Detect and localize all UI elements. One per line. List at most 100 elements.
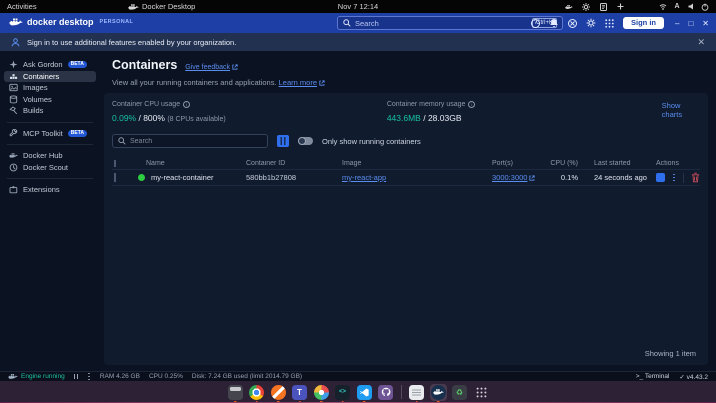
showing-count: Showing 1 item <box>644 349 696 358</box>
sidebar-item-label: Volumes <box>23 94 52 104</box>
ubuntu-dock <box>0 381 716 403</box>
show-charts-link[interactable]: Show charts <box>662 101 700 119</box>
beta-badge: BETA <box>67 129 87 137</box>
sidebar-item-docker-scout[interactable]: Docker Scout <box>4 162 96 174</box>
cpu-usage-metric: Container CPU usage i 0.09% / 800% (8 CPU… <box>112 101 387 123</box>
dock-separator <box>400 385 402 399</box>
header-name[interactable]: Name <box>134 160 234 167</box>
external-link-icon <box>232 64 238 70</box>
table-toolbar: Only show running containers <box>112 134 700 148</box>
header-cpu[interactable]: CPU (%) <box>538 160 582 167</box>
port-link[interactable]: 3000:3000 <box>492 173 527 182</box>
running-status-dot <box>138 174 145 181</box>
container-name[interactable]: my-react-container <box>151 173 214 182</box>
minimize-button[interactable]: – <box>675 19 679 28</box>
page-title: Containers <box>112 58 178 72</box>
window-controls: – □ ✕ <box>675 13 709 33</box>
header-image[interactable]: Image <box>330 160 480 167</box>
dock-dev-terminal-icon[interactable] <box>334 384 351 401</box>
tray-gear-icon[interactable] <box>582 2 590 11</box>
header-actions: Actions <box>656 159 679 167</box>
running-only-label: Only show running containers <box>322 136 421 146</box>
tray-docker-whale-icon[interactable] <box>565 3 573 11</box>
sidebar-item-mcp-toolkit[interactable]: MCP Toolkit BETA <box>4 128 96 140</box>
close-button[interactable]: ✕ <box>702 19 709 28</box>
dock-screen-annotation-icon[interactable] <box>270 384 287 401</box>
sidebar-item-ask-gordon[interactable]: Ask Gordon BETA <box>4 59 96 71</box>
sidebar-item-extensions[interactable]: Extensions <box>4 184 96 196</box>
row-checkbox[interactable] <box>114 173 116 182</box>
memory-usage-value: 443.6MB <box>386 113 421 123</box>
system-status-area[interactable]: A <box>659 3 709 11</box>
sidebar-item-docker-hub[interactable]: Docker Hub <box>4 150 96 162</box>
page-subtitle: View all your running containers and app… <box>112 78 706 87</box>
dock-app-grid-icon[interactable] <box>473 384 490 401</box>
info-icon[interactable]: i <box>468 101 476 108</box>
pause-engine-icon[interactable] <box>73 374 79 379</box>
sidebar-nav: Ask Gordon BETA Containers Images Volume… <box>0 51 100 371</box>
engine-more-icon[interactable] <box>87 372 91 382</box>
gnome-top-bar: Activities Docker Desktop Nov 7 12:14 A <box>0 0 716 13</box>
learn-more-link[interactable]: Learn more <box>279 78 325 87</box>
tray-clipboard-icon[interactable] <box>599 2 607 11</box>
banner-close-icon[interactable]: ✕ <box>697 37 705 48</box>
terminal-button[interactable]: >_ Terminal <box>636 373 670 380</box>
puzzle-icon <box>9 185 18 194</box>
dock-chrome-icon[interactable] <box>248 384 265 401</box>
help-icon[interactable]: ? <box>531 18 540 28</box>
dock-github-icon[interactable] <box>377 384 394 401</box>
containers-search[interactable] <box>112 134 268 148</box>
delete-trash-icon[interactable] <box>691 172 700 183</box>
person-icon <box>11 37 20 46</box>
sidebar-item-label: Docker Scout <box>23 162 69 172</box>
cpu-usage-label: Container CPU usage <box>112 101 181 108</box>
sidebar-item-volumes[interactable]: Volumes <box>4 94 96 106</box>
clock[interactable]: Nov 7 12:14 <box>338 2 378 11</box>
hammer-icon <box>9 106 18 115</box>
sidebar-item-containers[interactable]: Containers <box>4 70 96 82</box>
activities-button[interactable]: Activities <box>7 2 37 11</box>
settings-gear-icon[interactable] <box>586 18 596 28</box>
troubleshoot-icon[interactable] <box>568 18 577 28</box>
columns-view-icon[interactable] <box>277 135 289 147</box>
version-label: ✓ v4.43.2 <box>679 373 708 381</box>
give-feedback-link[interactable]: Give feedback <box>185 64 238 71</box>
sidebar-item-builds[interactable]: Builds <box>4 105 96 117</box>
cpu-usage-value: 0.09% <box>112 113 137 123</box>
dock-docker-desktop-icon[interactable] <box>429 383 447 401</box>
stop-container-button[interactable] <box>656 173 665 182</box>
toggle-knob <box>298 137 306 145</box>
org-signin-banner: Sign in to use additional features enabl… <box>0 33 716 51</box>
tray-plus-icon[interactable] <box>616 3 624 11</box>
dock-vscode-icon[interactable] <box>356 384 373 401</box>
row-more-actions-icon[interactable] <box>672 173 676 183</box>
header-ports[interactable]: Port(s) <box>480 160 538 167</box>
dock-files-icon[interactable] <box>227 384 244 401</box>
header-container-id[interactable]: Container ID <box>234 160 330 167</box>
sparkle-icon <box>9 60 18 69</box>
container-id: 580bb1b27808 <box>246 173 297 182</box>
select-all-checkbox[interactable] <box>114 159 116 167</box>
global-search-input[interactable] <box>355 18 529 28</box>
header-last-started[interactable]: Last started <box>582 160 652 167</box>
focused-app-indicator[interactable]: Docker Desktop <box>128 2 195 11</box>
dock-trash-icon[interactable] <box>451 384 468 401</box>
sign-in-button[interactable]: Sign in <box>623 16 664 29</box>
maximize-button[interactable]: □ <box>688 19 693 28</box>
global-search[interactable]: Ctrl+K <box>337 16 563 30</box>
sidebar-item-images[interactable]: Images <box>4 82 96 94</box>
info-icon[interactable]: i <box>183 101 191 108</box>
system-tray <box>565 2 624 11</box>
dock-teams-icon[interactable] <box>291 384 308 401</box>
image-link[interactable]: my-react-app <box>342 173 386 182</box>
running-only-toggle[interactable] <box>298 137 313 145</box>
table-row[interactable]: my-react-container 580bb1b27808 my-react… <box>112 170 700 186</box>
power-icon <box>701 3 709 11</box>
containers-search-input[interactable] <box>130 137 262 145</box>
engine-status[interactable]: Engine running <box>8 373 65 380</box>
dock-app-launcher-icon[interactable] <box>313 384 330 401</box>
notifications-bell-icon[interactable] <box>549 18 559 28</box>
input-method-icon: A <box>674 3 680 10</box>
apps-grid-icon[interactable] <box>605 18 614 28</box>
dock-notes-icon[interactable] <box>408 384 425 401</box>
